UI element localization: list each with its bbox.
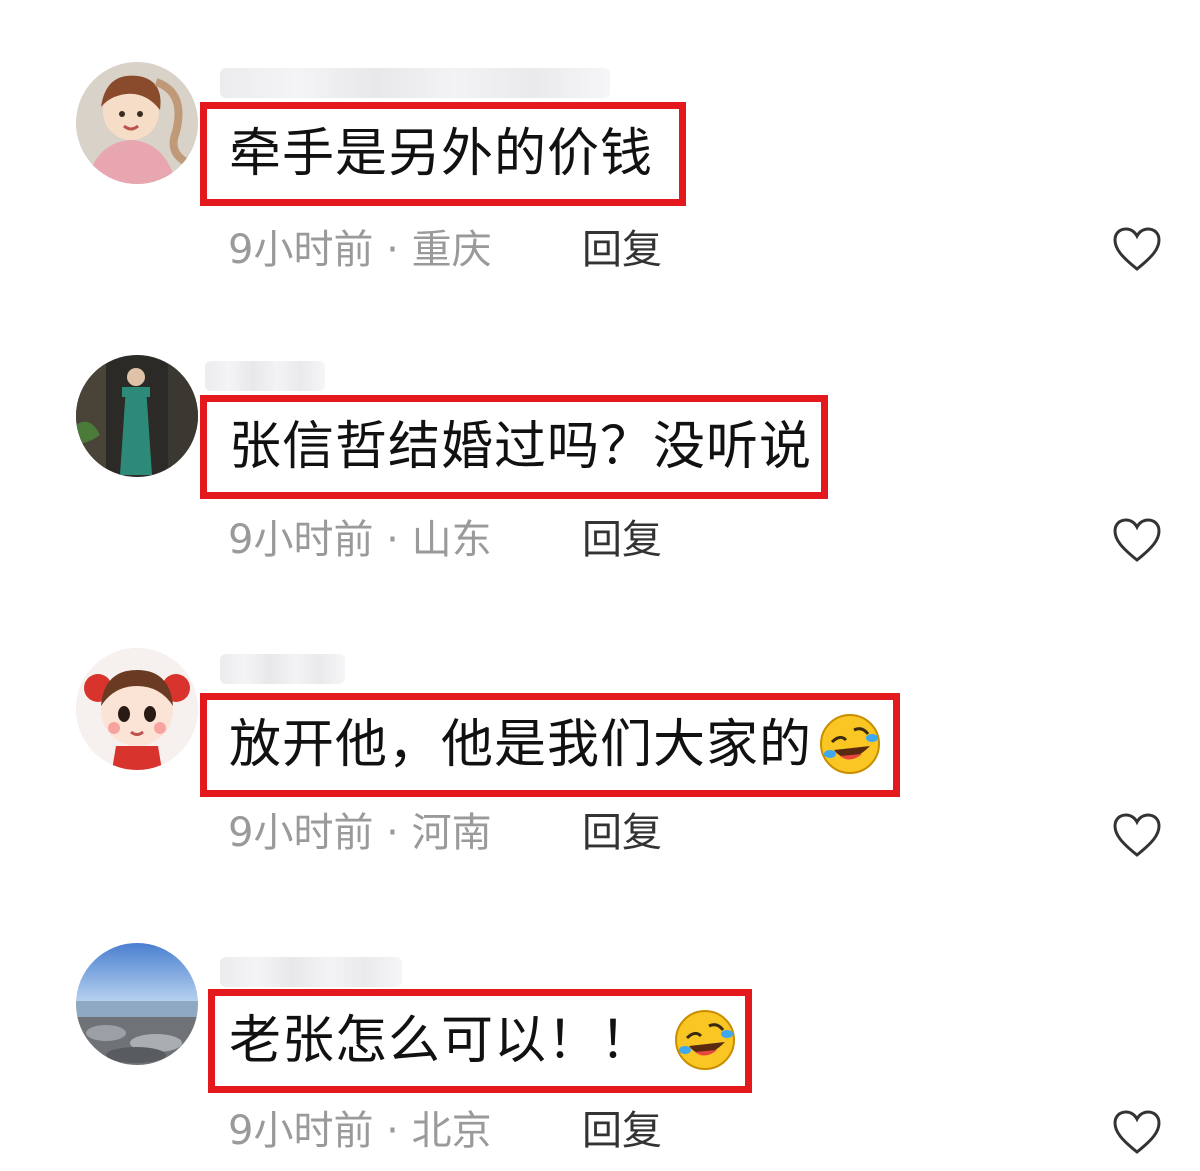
comment-time: 9小时前 — [228, 1108, 374, 1154]
comment-text: 老张怎么可以！！ — [229, 996, 737, 1086]
comment-location: 重庆 — [411, 227, 492, 273]
reply-button[interactable]: 回复 — [582, 510, 662, 570]
comment-text: 牵手是另外的价钱 — [229, 124, 654, 184]
heart-outline-icon[interactable] — [1112, 1109, 1162, 1155]
comment-meta: 9小时前 · 山东 — [228, 510, 492, 570]
comment-highlight-box: 放开他，他是我们大家的 — [200, 693, 900, 797]
comment-meta: 9小时前 · 北京 — [228, 1101, 492, 1161]
comment-meta: 9小时前 · 重庆 — [228, 220, 492, 280]
woman-green-dress-avatar-icon — [76, 355, 198, 477]
comment-highlight-box: 老张怎么可以！！ — [208, 989, 752, 1093]
comment-location: 山东 — [411, 517, 492, 563]
username-redacted — [220, 957, 402, 987]
cartoon-girl-red-bows-avatar-icon — [76, 648, 198, 770]
comment-location: 北京 — [411, 1108, 492, 1154]
comment-text-body: 老张怎么可以！！ — [229, 1011, 654, 1071]
comment-highlight-box: 牵手是另外的价钱 — [200, 102, 686, 206]
comment-item: 张信哲结婚过吗？没听说 9小时前 · 山东 回复 — [0, 355, 1200, 645]
comment-time: 9小时前 — [228, 810, 374, 856]
user-avatar[interactable] — [76, 355, 198, 477]
seascape-avatar-icon — [76, 943, 198, 1065]
comment-text: 张信哲结婚过吗？没听说 — [229, 417, 813, 477]
comment-time: 9小时前 — [228, 227, 374, 273]
rolling-laughing-emoji-icon — [675, 1010, 736, 1070]
comment-time: 9小时前 — [228, 517, 374, 563]
comment-list: 牵手是另外的价钱 9小时前 · 重庆 回复 张信哲结婚过吗？没听说 9小时前 ·… — [0, 0, 1200, 1171]
meta-separator: · — [386, 517, 399, 563]
comment-text-body: 放开他，他是我们大家的 — [229, 715, 813, 775]
username-redacted — [205, 361, 325, 391]
meta-separator: · — [386, 1108, 399, 1154]
comment-item: 老张怎么可以！！ 9小时前 · 北京 回复 — [0, 943, 1200, 1171]
comment-meta: 9小时前 · 河南 — [228, 803, 492, 863]
user-avatar[interactable] — [76, 62, 198, 184]
comment-highlight-box: 张信哲结婚过吗？没听说 — [200, 395, 828, 499]
comment-item: 牵手是另外的价钱 9小时前 · 重庆 回复 — [0, 62, 1200, 352]
cartoon-girl-avatar-icon — [76, 62, 198, 184]
meta-separator: · — [386, 810, 399, 856]
username-redacted — [220, 68, 610, 98]
comment-text: 放开他，他是我们大家的 — [229, 700, 882, 790]
comment-item: 放开他，他是我们大家的 9小时前 · 河南 回复 — [0, 648, 1200, 938]
user-avatar[interactable] — [76, 943, 198, 1065]
user-avatar[interactable] — [76, 648, 198, 770]
heart-outline-icon[interactable] — [1112, 812, 1162, 858]
username-redacted — [220, 654, 345, 684]
heart-outline-icon[interactable] — [1112, 226, 1162, 272]
reply-button[interactable]: 回复 — [582, 220, 662, 280]
rolling-laughing-emoji-icon — [820, 714, 881, 774]
reply-button[interactable]: 回复 — [582, 1101, 662, 1161]
heart-outline-icon[interactable] — [1112, 517, 1162, 563]
reply-button[interactable]: 回复 — [582, 803, 662, 863]
comment-location: 河南 — [411, 810, 492, 856]
meta-separator: · — [386, 227, 399, 273]
